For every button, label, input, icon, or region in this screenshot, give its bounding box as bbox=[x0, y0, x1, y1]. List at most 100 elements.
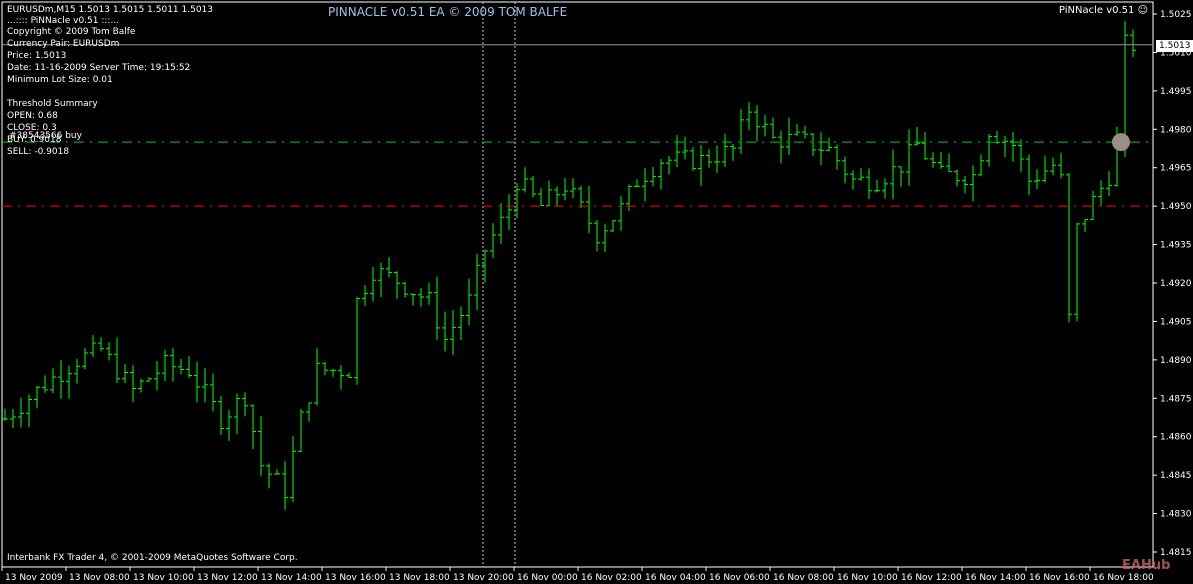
y-tick-label: 1.4950 bbox=[1160, 202, 1192, 212]
ohlc-bar bbox=[506, 194, 512, 231]
ohlc-bar bbox=[242, 392, 248, 417]
ohlc-bar bbox=[474, 253, 480, 310]
ohlc-bar bbox=[962, 176, 968, 194]
ohlc-bar bbox=[1002, 135, 1008, 157]
ohlc-bar bbox=[786, 117, 792, 155]
ohlc-bar bbox=[562, 177, 568, 201]
ohlc-bar bbox=[442, 311, 448, 352]
ohlc-bar bbox=[882, 178, 888, 199]
ohlc-bar bbox=[10, 409, 16, 429]
x-tick-label: 16 Nov 16:00 bbox=[1029, 573, 1090, 583]
ohlc-bar bbox=[890, 149, 896, 200]
ohlc-bar bbox=[1034, 169, 1040, 189]
ohlc-bar bbox=[354, 296, 360, 385]
ohlc-bar bbox=[762, 114, 768, 137]
chart-title: PINNACLE v0.51 EA © 2009 TOM BALFE bbox=[328, 5, 568, 19]
ohlc-bar bbox=[730, 144, 736, 161]
ohlc-bar bbox=[258, 415, 264, 477]
x-tick-label: 16 Nov 04:00 bbox=[645, 573, 706, 583]
info-line: SELL: -0.9018 bbox=[7, 147, 70, 157]
ohlc-bar bbox=[778, 130, 784, 164]
ohlc-bar bbox=[1026, 154, 1032, 196]
ohlc-bar bbox=[1042, 155, 1048, 183]
ohlc-bar bbox=[322, 362, 328, 376]
ohlc-bar bbox=[1018, 139, 1024, 173]
ohlc-bar bbox=[538, 188, 544, 207]
ohlc-bar bbox=[26, 394, 32, 428]
x-tick-label: 16 Nov 12:00 bbox=[901, 573, 962, 583]
order-label: #38543566 buy bbox=[9, 131, 82, 141]
ohlc-bar bbox=[642, 168, 648, 202]
ohlc-bar bbox=[610, 220, 616, 232]
ohlc-bar bbox=[586, 185, 592, 234]
info-line: Price: 1.5013 bbox=[7, 51, 67, 61]
ohlc-bar bbox=[1082, 219, 1088, 233]
ohlc-bars bbox=[2, 20, 1136, 511]
ohlc-bar bbox=[186, 356, 192, 378]
x-tick-label: 13 Nov 14:00 bbox=[261, 573, 322, 583]
ohlc-bar bbox=[698, 144, 704, 186]
ohlc-bar bbox=[418, 287, 424, 307]
ohlc-bar bbox=[338, 365, 344, 390]
ohlc-bar bbox=[266, 463, 272, 489]
ohlc-bar bbox=[858, 168, 864, 181]
ohlc-bar bbox=[282, 461, 288, 511]
y-tick-label: 1.5025 bbox=[1160, 10, 1192, 20]
order-marker-icon[interactable] bbox=[1112, 133, 1130, 152]
y-tick-label: 1.4905 bbox=[1160, 317, 1192, 327]
ohlc-bar bbox=[954, 169, 960, 187]
x-tick-label: 16 Nov 08:00 bbox=[773, 573, 834, 583]
ohlc-bar bbox=[362, 285, 368, 306]
y-tick-label: 1.4815 bbox=[1160, 548, 1192, 558]
y-tick-label: 1.4980 bbox=[1160, 125, 1192, 135]
ohlc-bar bbox=[170, 347, 176, 382]
ohlc-bar bbox=[578, 185, 584, 209]
ohlc-bar bbox=[602, 223, 608, 252]
y-tick-label: 1.4875 bbox=[1160, 394, 1192, 404]
ea-badge[interactable]: PiNNacle v0.51 ☺ bbox=[1059, 5, 1148, 16]
ohlc-bar bbox=[842, 156, 848, 184]
ohlc-bar bbox=[722, 133, 728, 167]
ohlc-bar bbox=[690, 147, 696, 171]
x-tick-label: 16 Nov 00:00 bbox=[517, 573, 578, 583]
y-tick-label: 1.4845 bbox=[1160, 471, 1192, 481]
x-tick-label: 13 Nov 2009 bbox=[5, 573, 63, 583]
ohlc-bar bbox=[1074, 222, 1080, 322]
ohlc-bar bbox=[370, 266, 376, 302]
ohlc-bar bbox=[386, 257, 392, 278]
x-tick-label: 13 Nov 08:00 bbox=[69, 573, 130, 583]
ohlc-bar bbox=[2, 408, 8, 422]
x-tick-label: 16 Nov 18:00 bbox=[1093, 573, 1154, 583]
info-line: OPEN: 0.68 bbox=[7, 111, 58, 121]
ohlc-bar bbox=[530, 175, 536, 198]
ohlc-bar bbox=[674, 135, 680, 168]
ohlc-bar bbox=[138, 378, 144, 393]
ohlc-bar bbox=[146, 377, 152, 382]
ohlc-bar bbox=[898, 166, 904, 188]
y-tick-label: 1.4890 bbox=[1160, 356, 1192, 366]
ohlc-bar bbox=[162, 349, 168, 382]
ohlc-bar bbox=[378, 262, 384, 297]
ohlc-bar bbox=[410, 293, 416, 306]
x-tick-label: 16 Nov 02:00 bbox=[581, 573, 642, 583]
ohlc-bar bbox=[634, 179, 640, 187]
ohlc-bar bbox=[682, 136, 688, 160]
watermark-logo: EAHub bbox=[1122, 558, 1171, 573]
ohlc-bar bbox=[874, 179, 880, 193]
price-chart[interactable]: 1.50251.50101.49951.49801.49651.49501.49… bbox=[0, 0, 1193, 584]
ohlc-bar bbox=[1010, 132, 1016, 162]
ohlc-bar bbox=[194, 361, 200, 403]
ohlc-bar bbox=[450, 310, 456, 356]
y-tick-label: 1.4860 bbox=[1160, 433, 1192, 443]
ohlc-bar bbox=[66, 365, 72, 399]
ohlc-bar bbox=[1050, 157, 1056, 176]
ohlc-bar bbox=[514, 183, 520, 219]
ohlc-bar bbox=[706, 149, 712, 168]
ohlc-bar bbox=[546, 180, 552, 207]
x-tick-label: 13 Nov 10:00 bbox=[133, 573, 194, 583]
ohlc-bar bbox=[938, 151, 944, 169]
x-tick-label: 16 Nov 14:00 bbox=[965, 573, 1026, 583]
ohlc-bar bbox=[866, 168, 872, 199]
ohlc-bar bbox=[802, 125, 808, 139]
ohlc-bar bbox=[250, 404, 256, 450]
